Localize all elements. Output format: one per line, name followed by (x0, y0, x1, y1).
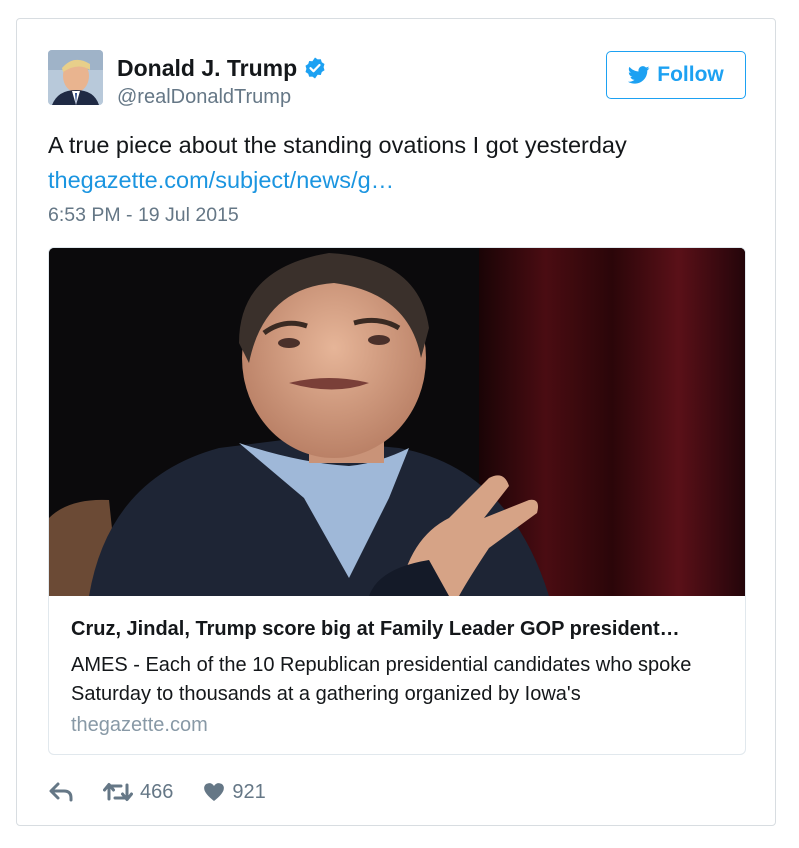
retweet-count: 466 (140, 780, 174, 803)
avatar[interactable] (48, 50, 103, 105)
reply-button[interactable] (48, 781, 74, 803)
tweet-timestamp[interactable]: 6:53 PM - 19 Jul 2015 (48, 204, 239, 227)
tweet-text: A true piece about the standing ovations… (48, 132, 627, 158)
tweet-actions: 466 921 (48, 776, 266, 808)
like-count: 921 (232, 780, 266, 803)
profile-photo-icon (48, 50, 103, 105)
card-description: AMES - Each of the 10 Republican preside… (71, 654, 692, 705)
card-title: Cruz, Jindal, Trump score big at Family … (71, 618, 680, 640)
heart-icon (204, 783, 225, 801)
retweet-button[interactable]: 466 (103, 781, 173, 804)
like-button[interactable]: 921 (203, 780, 266, 804)
news-photo-icon (49, 248, 745, 596)
twitter-bird-icon (628, 66, 650, 84)
follow-label: Follow (657, 63, 724, 86)
author-handle[interactable]: @realDonaldTrump (117, 86, 291, 109)
author-name-row: Donald J. Trump (117, 53, 327, 83)
link-preview-card[interactable]: Cruz, Jindal, Trump score big at Family … (48, 247, 746, 755)
card-image (49, 248, 745, 596)
retweet-icon (103, 783, 133, 801)
reply-icon (49, 782, 73, 802)
follow-button[interactable]: Follow (606, 51, 746, 99)
tweet-card: Donald J. Trump @realDonaldTrump Follow … (16, 18, 776, 826)
verified-badge-icon (303, 56, 327, 80)
tweet-link[interactable]: thegazette.com/subject/news/g… (48, 167, 394, 194)
card-domain: thegazette.com (71, 714, 208, 736)
author-name[interactable]: Donald J. Trump (117, 55, 297, 82)
